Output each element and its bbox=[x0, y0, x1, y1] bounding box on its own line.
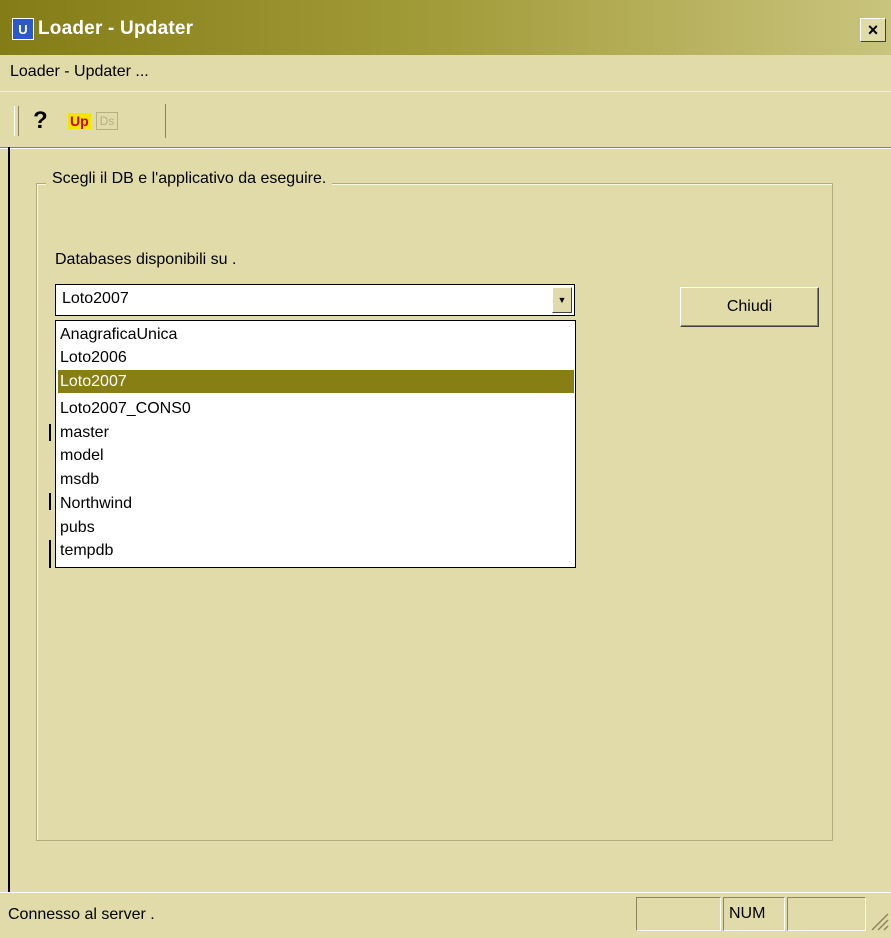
close-window-button[interactable]: × bbox=[860, 18, 886, 42]
list-item[interactable]: model bbox=[58, 444, 574, 467]
list-item[interactable]: pubs bbox=[58, 516, 574, 539]
close-button[interactable]: Chiudi bbox=[680, 287, 819, 327]
hidden-control-edge bbox=[49, 424, 51, 441]
list-item[interactable]: master bbox=[58, 421, 574, 444]
window-title: Loader - Updater bbox=[38, 18, 194, 39]
status-pane bbox=[787, 897, 866, 931]
status-text: Connesso al server . bbox=[8, 906, 155, 923]
list-item[interactable]: Northwind bbox=[58, 492, 574, 515]
hidden-control-edge bbox=[49, 540, 51, 568]
list-item[interactable]: Loto2007_CONS0 bbox=[58, 397, 574, 420]
group-legend: Scegli il DB e l'applicativo da eseguire… bbox=[46, 170, 333, 188]
list-item-selected[interactable]: Loto2007 bbox=[58, 370, 574, 393]
list-item[interactable]: msdb bbox=[58, 468, 574, 491]
menu-item-loader-updater[interactable]: Loader - Updater ... bbox=[10, 63, 149, 81]
hidden-control-edge bbox=[49, 493, 51, 510]
databases-label: Databases disponibili su . bbox=[55, 251, 237, 268]
combobox-value: Loto2007 bbox=[62, 290, 129, 307]
help-icon[interactable]: ? bbox=[33, 109, 48, 133]
divider bbox=[0, 147, 891, 149]
toolbar-separator bbox=[165, 104, 166, 138]
list-item[interactable]: AnagraficaUnica bbox=[58, 323, 574, 346]
chevron-down-icon[interactable]: ▼ bbox=[552, 287, 572, 313]
toolbar bbox=[0, 91, 891, 148]
app-icon[interactable]: U bbox=[12, 18, 34, 40]
resize-grip-icon[interactable] bbox=[866, 908, 890, 932]
database-combobox[interactable] bbox=[55, 284, 575, 316]
list-item[interactable]: tempdb bbox=[58, 539, 574, 565]
toolbar-grip[interactable] bbox=[14, 106, 19, 136]
client-left-edge bbox=[8, 147, 10, 892]
list-item[interactable]: Loto2006 bbox=[58, 346, 574, 369]
status-pane-num: NUM bbox=[723, 897, 785, 931]
status-pane bbox=[636, 897, 721, 931]
update-up-icon[interactable]: Up bbox=[68, 113, 91, 129]
ds-icon[interactable]: Ds bbox=[96, 112, 118, 130]
